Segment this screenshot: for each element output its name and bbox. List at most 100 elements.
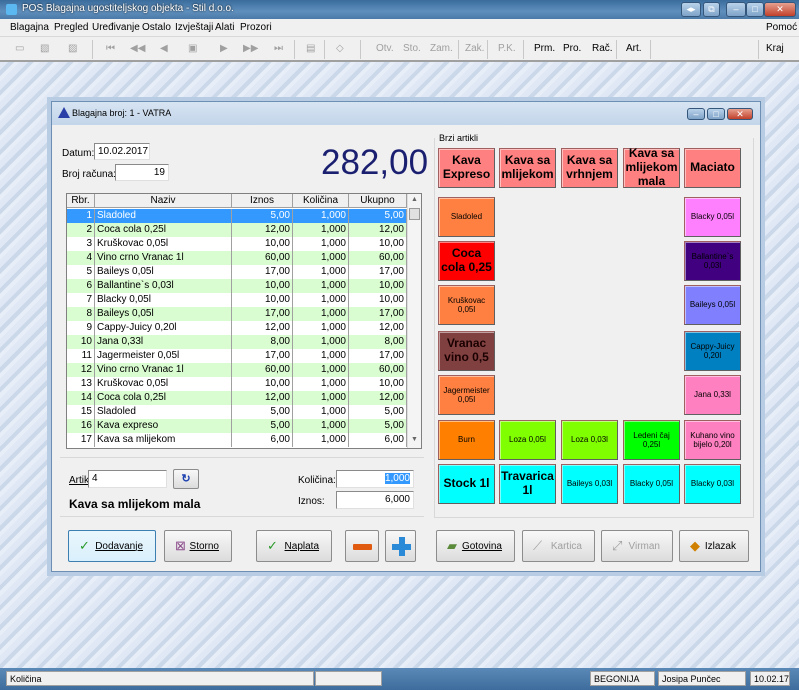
table-scrollbar[interactable]: ▲ ▼	[407, 194, 421, 448]
col-kolicina[interactable]: Količina	[293, 194, 349, 208]
window-restore-button[interactable]: □	[707, 108, 725, 120]
quick-article-button[interactable]: Kuhano vino bijelo 0,20l	[684, 420, 741, 460]
quick-article-button[interactable]: Travarica 1l	[499, 464, 556, 504]
extra-icon[interactable]: ◂▸	[681, 2, 701, 17]
quick-article-button[interactable]: Blacky 0,05l	[684, 197, 741, 237]
restore-icon[interactable]: ⧉	[703, 2, 720, 17]
table-row[interactable]: 11 Jagermeister 0,05l 17,00 1,000 17,00	[67, 349, 407, 363]
toolbar-rac[interactable]: Rač.	[592, 43, 613, 54]
delete-icon[interactable]: ▨	[68, 43, 77, 54]
table-row[interactable]: 5 Baileys 0,05l 17,00 1,000 17,00	[67, 265, 407, 279]
prev-icon[interactable]: ◀	[160, 43, 168, 54]
scroll-thumb[interactable]	[409, 208, 420, 220]
next-page-icon[interactable]: ▶▶	[243, 43, 258, 54]
quick-article-button[interactable]: Kava Expreso	[438, 148, 495, 188]
toolbar-otv[interactable]: Otv.	[376, 43, 394, 54]
menu-uredivanje[interactable]: Uređivanje	[92, 22, 140, 33]
table-row[interactable]: 2 Coca cola 0,25l 12,00 1,000 12,00	[67, 223, 407, 237]
col-naziv[interactable]: Naziv	[95, 194, 232, 208]
izlazak-button[interactable]: ◆ Izlazak	[679, 530, 749, 562]
quick-article-button[interactable]: Jana 0,33l	[684, 375, 741, 415]
quick-article-button[interactable]: Baileys 0,05l	[684, 285, 741, 325]
table-row[interactable]: 12 Vino crno Vranac 1l 60,00 1,000 60,00	[67, 363, 407, 377]
quick-article-button[interactable]: Cappy-Juicy 0,20l	[684, 331, 741, 371]
table-row[interactable]: 10 Jana 0,33l 8,00 1,000 8,00	[67, 335, 407, 349]
menu-alati[interactable]: Alati	[215, 22, 234, 33]
kolicina-field[interactable]: 1,000	[336, 470, 414, 488]
last-icon[interactable]: ⏭	[274, 43, 283, 54]
prev-page-icon[interactable]: ◀◀	[130, 43, 145, 54]
table-row[interactable]: 13 Kruškovac 0,05l 10,00 1,000 10,00	[67, 377, 407, 391]
table-row[interactable]: 16 Kava expreso 5,00 1,000 5,00	[67, 419, 407, 433]
quick-article-button[interactable]: Maciato	[684, 148, 741, 188]
quick-article-button[interactable]: Loza 0,03l	[561, 420, 618, 460]
table-row[interactable]: 4 Vino crno Vranac 1l 60,00 1,000 60,00	[67, 251, 407, 265]
print-icon[interactable]: ▤	[306, 43, 315, 54]
maximize-button[interactable]: □	[746, 2, 764, 17]
quick-article-button[interactable]: Ledeni čaj 0,25l	[623, 420, 680, 460]
quick-article-button[interactable]: Blacky 0,05l	[623, 464, 680, 504]
menu-ostalo[interactable]: Ostalo	[142, 22, 171, 33]
table-row[interactable]: 1 Sladoled 5,00 1,000 5,00	[67, 209, 407, 223]
table-row[interactable]: 17 Kava sa mlijekom 6,00 1,000 6,00	[67, 433, 407, 447]
table-row[interactable]: 3 Kruškovac 0,05l 10,00 1,000 10,00	[67, 237, 407, 251]
quick-article-button[interactable]: Kava sa mlijekom mala	[623, 146, 680, 188]
menu-prozori[interactable]: Prozori	[240, 22, 272, 33]
increase-button[interactable]	[385, 530, 416, 562]
toolbar-art[interactable]: Art.	[626, 43, 642, 54]
menu-izvjestaji[interactable]: Izvještaji	[175, 22, 213, 33]
close-button[interactable]: ✕	[764, 2, 796, 17]
datum-field[interactable]: 10.02.2017	[94, 143, 150, 160]
items-table[interactable]: Rbr. Naziv Iznos Količina Ukupno 1 Sladol…	[66, 193, 422, 449]
toolbar-zam[interactable]: Zam.	[430, 43, 453, 54]
article-lookup-button[interactable]: ↻	[173, 469, 199, 489]
col-iznos[interactable]: Iznos	[232, 194, 293, 208]
record-icon[interactable]: ▣	[188, 43, 197, 54]
toolbar-prm[interactable]: Prm.	[534, 43, 555, 54]
table-row[interactable]: 6 Ballantine`s 0,03l 10,00 1,000 10,00	[67, 279, 407, 293]
table-row[interactable]: 14 Coca cola 0,25l 12,00 1,000 12,00	[67, 391, 407, 405]
quick-article-button[interactable]: Sladoled	[438, 197, 495, 237]
iznos-field[interactable]: 6,000	[336, 491, 414, 509]
artikl-field[interactable]: 4	[88, 470, 167, 488]
menu-pregled[interactable]: Pregled	[54, 22, 88, 33]
quick-article-button[interactable]: Jagermeister 0,05l	[438, 375, 495, 415]
toolbar-kraj[interactable]: Kraj	[766, 43, 784, 54]
menu-pomoc[interactable]: Pomoć	[766, 22, 797, 33]
first-icon[interactable]: ⏮	[106, 43, 115, 54]
quick-article-button[interactable]: Stock 1l	[438, 464, 495, 504]
quick-article-button[interactable]: Kruškovac 0,05l	[438, 285, 495, 325]
quick-article-button[interactable]: Blacky 0,03l	[684, 464, 741, 504]
minimize-button[interactable]: –	[726, 2, 746, 17]
col-ukupno[interactable]: Ukupno	[349, 194, 407, 208]
quick-article-button[interactable]: Baileys 0,03l	[561, 464, 618, 504]
dodavanje-button[interactable]: ✓ Dodavanje	[68, 530, 156, 562]
new-icon[interactable]: ▭	[15, 43, 24, 54]
toolbar-zak[interactable]: Zak.	[465, 43, 484, 54]
menu-blagajna[interactable]: Blagajna	[10, 22, 49, 33]
next-icon[interactable]: ▶	[220, 43, 228, 54]
quick-article-button[interactable]: Burn	[438, 420, 495, 460]
toolbar-pro[interactable]: Pro.	[563, 43, 581, 54]
broj-racuna-field[interactable]: 19	[115, 164, 169, 181]
col-rbr[interactable]: Rbr.	[67, 194, 95, 208]
gotovina-button[interactable]: ▰ Gotovina	[436, 530, 515, 562]
table-row[interactable]: 9 Cappy-Juicy 0,20l 12,00 1,000 12,00	[67, 321, 407, 335]
table-row[interactable]: 7 Blacky 0,05l 10,00 1,000 10,00	[67, 293, 407, 307]
quick-article-button[interactable]: Coca cola 0,25	[438, 241, 495, 281]
naplata-button[interactable]: ✓ Naplata	[256, 530, 332, 562]
window-close-button[interactable]: ✕	[727, 108, 753, 120]
quick-article-button[interactable]: Kava sa vrhnjem	[561, 148, 618, 188]
edit-icon[interactable]: ▧	[40, 43, 49, 54]
quick-article-button[interactable]: Ballantine`s 0,03l	[684, 241, 741, 281]
window-minimize-button[interactable]: –	[687, 108, 705, 120]
toolbar-sto[interactable]: Sto.	[403, 43, 421, 54]
kartica-button[interactable]: ⟋ Kartica	[522, 530, 595, 562]
virman-button[interactable]: ⤢ Virman	[601, 530, 673, 562]
quick-article-button[interactable]: Vranac vino 0,5	[438, 331, 495, 371]
table-row[interactable]: 15 Sladoled 5,00 1,000 5,00	[67, 405, 407, 419]
quick-article-button[interactable]: Kava sa mlijekom	[499, 148, 556, 188]
decrease-button[interactable]	[345, 530, 379, 562]
storno-button[interactable]: ⊠ Storno	[164, 530, 232, 562]
table-row[interactable]: 8 Baileys 0,05l 17,00 1,000 17,00	[67, 307, 407, 321]
